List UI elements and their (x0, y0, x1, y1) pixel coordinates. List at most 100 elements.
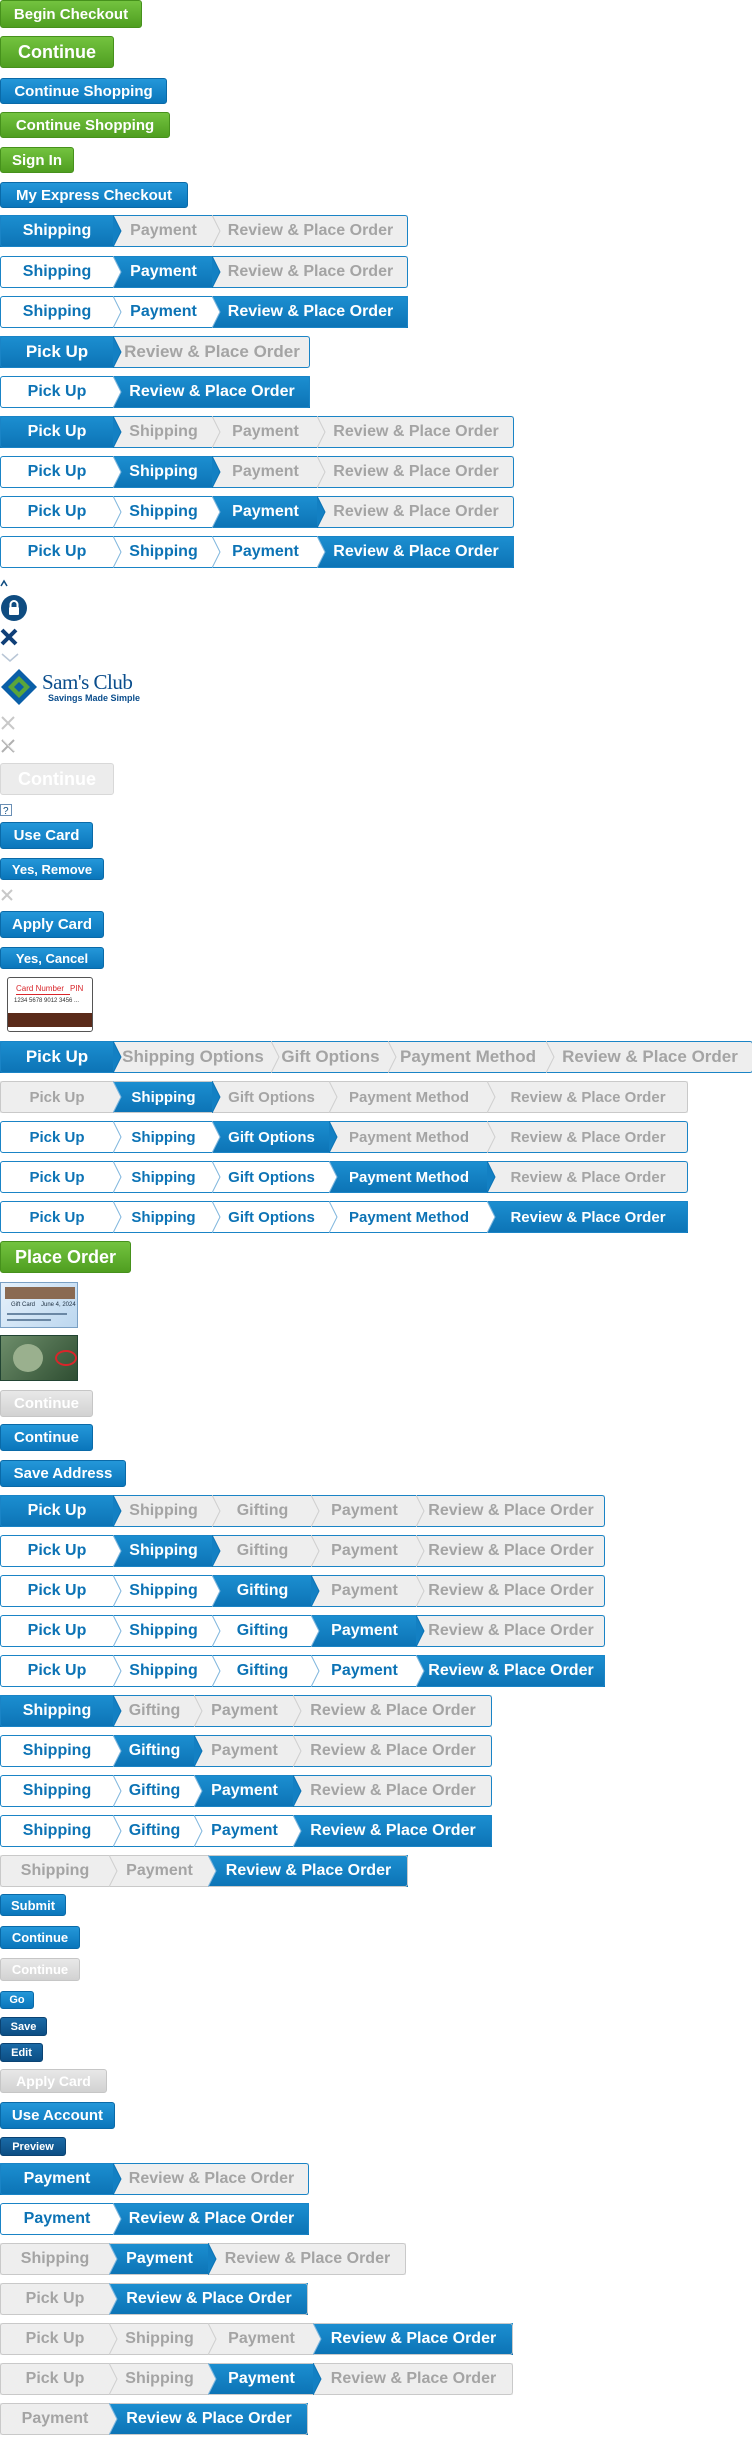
step-pickup[interactable]: Pick Up (0, 1161, 122, 1193)
step-shipping[interactable]: Shipping (114, 1201, 221, 1233)
continue-button-disabled-large[interactable]: Continue (0, 763, 114, 795)
step-shipping[interactable]: Shipping (114, 1121, 221, 1153)
step-payment: Payment (312, 1535, 425, 1567)
pickup-steps-3: Pick Up Review & Place Order (0, 2283, 308, 2315)
step-shipping[interactable]: Shipping (114, 1655, 221, 1687)
logo-brand-text: Sam's Club (42, 670, 133, 694)
step-payment-method[interactable]: Payment Method (330, 1201, 496, 1233)
step-review: Review & Place Order (417, 1535, 605, 1567)
gift-card-line1: Gift Card (11, 1302, 36, 1308)
my-express-checkout-button[interactable]: My Express Checkout (0, 182, 188, 208)
step-chevron-icon (416, 1535, 425, 1567)
pin-label: PIN (70, 984, 84, 993)
submit-button[interactable]: Submit (0, 1894, 66, 1916)
sign-in-button[interactable]: Sign In (0, 147, 74, 173)
step-gifting[interactable]: Gifting (213, 1655, 320, 1687)
step-pickup[interactable]: Pick Up (0, 1535, 122, 1567)
continue-button-disabled[interactable]: Continue (0, 1390, 93, 1417)
close-x-icon-light[interactable] (0, 715, 16, 731)
step-pickup[interactable]: Pick Up (0, 1575, 122, 1607)
step-chevron-icon (212, 456, 221, 488)
step-pickup[interactable]: Pick Up (0, 376, 122, 408)
step-gift-options[interactable]: Gift Options (213, 1161, 338, 1193)
continue-button-blue[interactable]: Continue (0, 1424, 93, 1451)
payment-steps-1: Payment Review & Place Order (0, 2163, 309, 2195)
payment-steps-3: Payment Review & Place Order (0, 2403, 308, 2435)
step-payment[interactable]: Payment (312, 1655, 425, 1687)
step-review: Review & Place Order (213, 296, 408, 328)
step-shipping[interactable]: Shipping (114, 496, 221, 528)
step-shipping[interactable]: Shipping (114, 536, 221, 568)
step-pickup[interactable]: Pick Up (0, 456, 122, 488)
yes-remove-button[interactable]: Yes, Remove (0, 858, 104, 880)
step-payment[interactable]: Payment (0, 2203, 122, 2235)
step-chevron-icon (311, 1495, 320, 1527)
step-gift-options[interactable]: Gift Options (213, 1201, 338, 1233)
close-x-icon-small[interactable] (0, 888, 14, 902)
step-review: Review & Place Order (417, 1655, 605, 1687)
pickup-steps-1: Pick Up Review & Place Order (0, 336, 310, 368)
yes-cancel-button[interactable]: Yes, Cancel (0, 947, 104, 969)
step-payment[interactable]: Payment (195, 1815, 302, 1847)
step-pickup: Pick Up (0, 2323, 118, 2355)
step-chevron-icon (293, 1815, 302, 1847)
close-x-icon-bold[interactable] (0, 628, 18, 646)
step-chevron-icon (212, 1535, 221, 1567)
continue-button-small[interactable]: Continue (0, 1926, 80, 1949)
step-review: Review & Place Order (213, 256, 408, 288)
step-gifting: Gifting (213, 1535, 320, 1567)
step-pickup[interactable]: Pick Up (0, 1121, 122, 1153)
apply-card-button-disabled[interactable]: Apply Card (0, 2069, 107, 2093)
step-shipping[interactable]: Shipping (0, 1735, 122, 1767)
continue-button-green[interactable]: Continue (0, 36, 114, 68)
step-gifting[interactable]: Gifting (114, 1775, 203, 1807)
continue-shopping-button-green[interactable]: Continue Shopping (0, 112, 170, 138)
step-pickup[interactable]: Pick Up (0, 496, 122, 528)
step-shipping[interactable]: Shipping (114, 1615, 221, 1647)
step-shipping[interactable]: Shipping (114, 1575, 221, 1607)
edit-button[interactable]: Edit (0, 2043, 43, 2062)
step-payment[interactable]: Payment (213, 536, 326, 568)
help-question-icon[interactable]: ? (0, 803, 12, 817)
step-payment: Payment (110, 1855, 217, 1887)
step-shipping[interactable]: Shipping (0, 256, 122, 288)
step-chevron-icon (212, 1201, 221, 1233)
gifting-steps-2: Pick Up Shipping Gifting Payment Review & Pl… (0, 1535, 605, 1567)
step-gifting[interactable]: Gifting (213, 1615, 320, 1647)
step-payment[interactable]: Payment (114, 296, 221, 328)
pickup-steps-2: Pick Up Review & Place Order (0, 376, 310, 408)
step-payment: Payment (0, 2403, 118, 2435)
go-button[interactable]: Go (0, 1991, 34, 2009)
step-shipping[interactable]: Shipping (0, 1815, 122, 1847)
step-shipping[interactable]: Shipping (0, 296, 122, 328)
step-pickup[interactable]: Pick Up (0, 1615, 122, 1647)
save-address-button[interactable]: Save Address (0, 1460, 126, 1487)
step-review: Review & Place Order (209, 1855, 408, 1887)
place-order-button[interactable]: Place Order (0, 1241, 131, 1273)
shipping-steps-3: Shipping Payment Review & Place Order (0, 296, 408, 328)
step-pickup: Pick Up (0, 2363, 118, 2395)
apply-card-button[interactable]: Apply Card (0, 911, 104, 938)
continue-shopping-button-blue[interactable]: Continue Shopping (0, 78, 167, 104)
step-gifting: Gifting (213, 1575, 320, 1607)
save-button[interactable]: Save (0, 2017, 47, 2036)
step-pickup[interactable]: Pick Up (0, 536, 122, 568)
step-chevron-icon (208, 2243, 217, 2275)
use-account-button[interactable]: Use Account (0, 2102, 115, 2129)
step-pickup[interactable]: Pick Up (0, 1655, 122, 1687)
step-payment: Payment (114, 215, 221, 247)
step-gifting[interactable]: Gifting (114, 1815, 203, 1847)
begin-checkout-button[interactable]: Begin Checkout (0, 0, 142, 28)
step-shipping[interactable]: Shipping (114, 1161, 221, 1193)
step-chevron-icon (487, 1161, 496, 1193)
step-chevron-icon (546, 1041, 555, 1073)
step-shipping[interactable]: Shipping (0, 1775, 122, 1807)
use-card-button[interactable]: Use Card (0, 822, 93, 849)
step-chevron-icon (388, 1041, 397, 1073)
step-pickup[interactable]: Pick Up (0, 1201, 122, 1233)
step-chevron-icon (293, 1735, 302, 1767)
close-x-icon-outline[interactable] (0, 738, 16, 754)
preview-button[interactable]: Preview (0, 2137, 66, 2156)
ship-gift-steps-1: Shipping Gifting Payment Review & Place Ord… (0, 1695, 492, 1727)
continue-button-small-disabled[interactable]: Continue (0, 1958, 80, 1981)
